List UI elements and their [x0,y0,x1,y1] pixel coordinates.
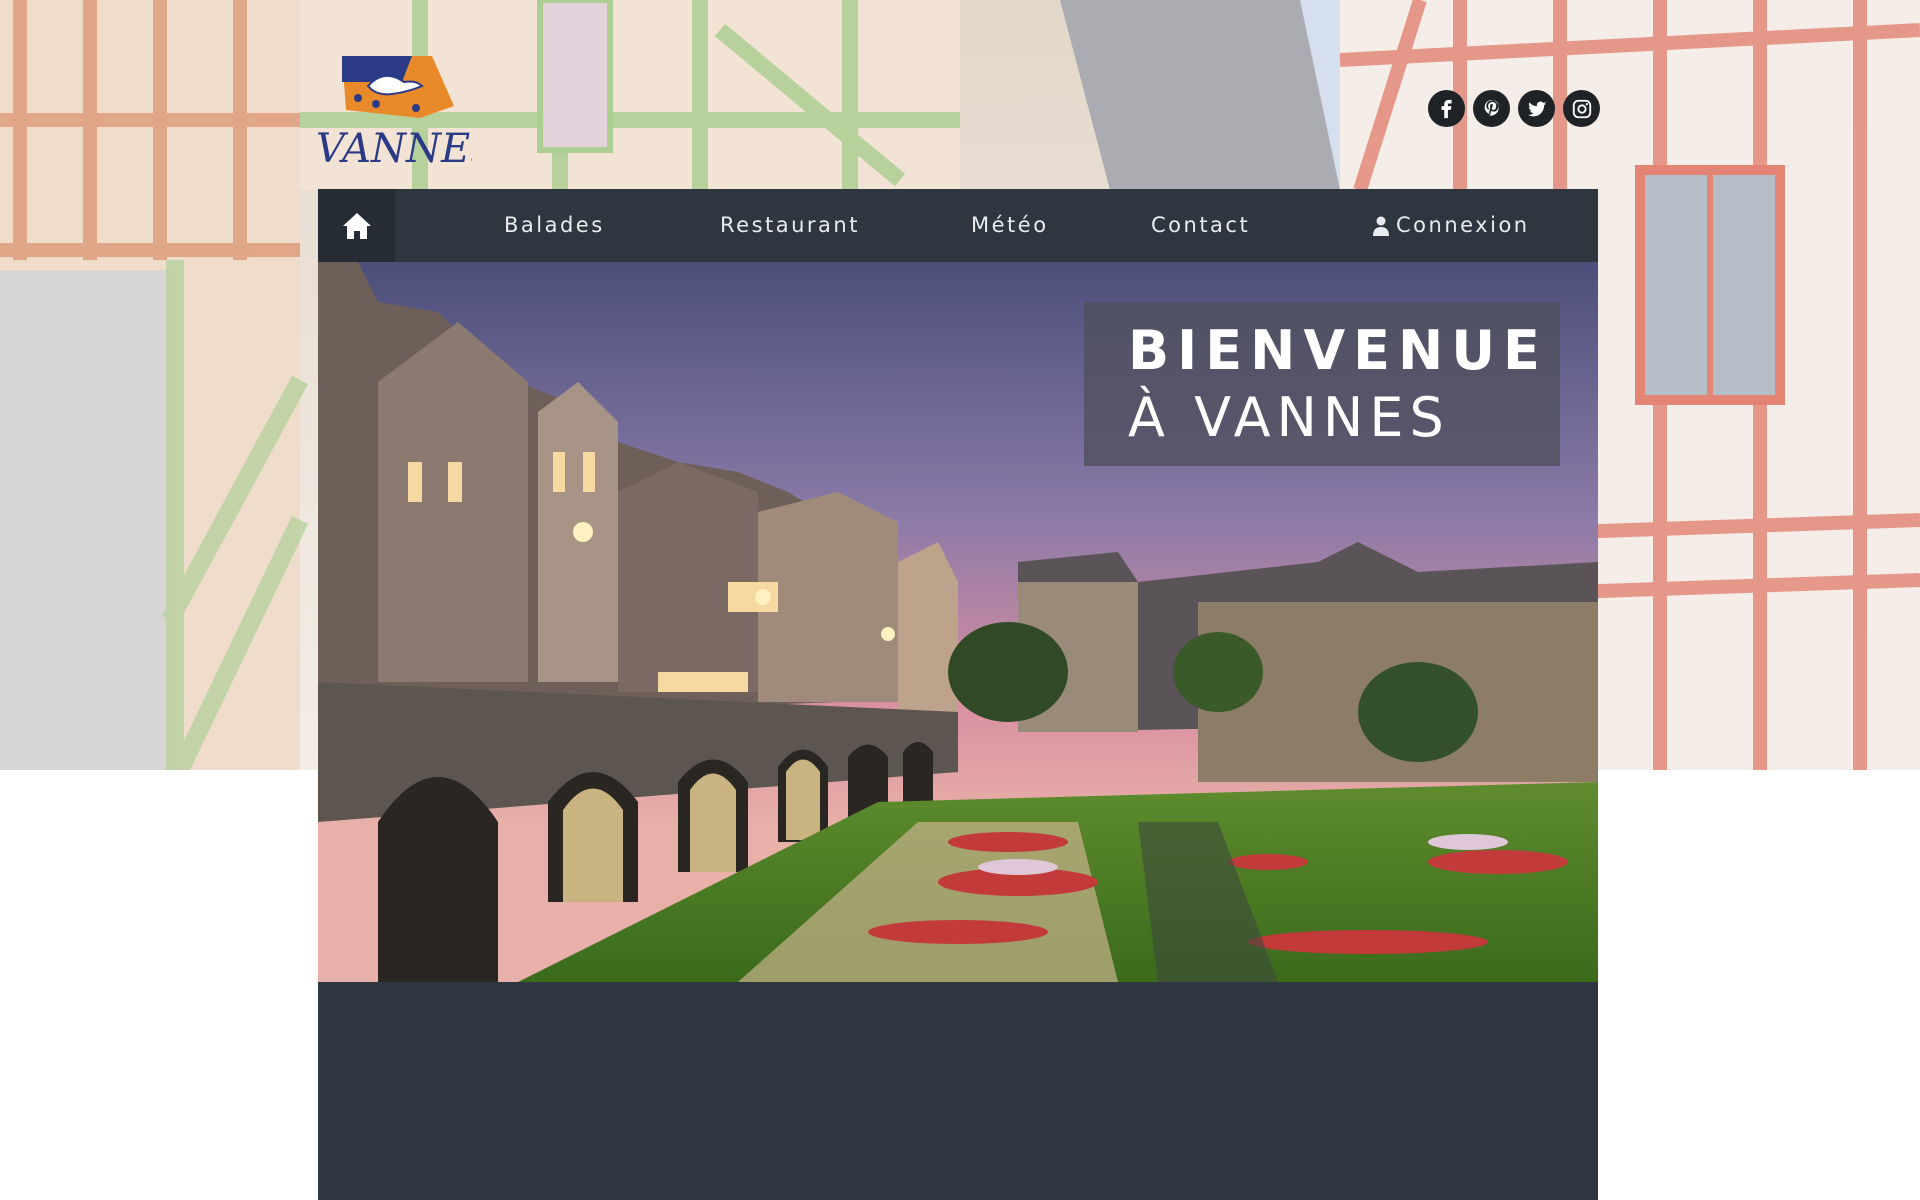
welcome-banner: BIENVENUE À VANNES [1084,302,1560,466]
nav-item-restaurant[interactable]: Restaurant [720,189,860,262]
vannes-logo[interactable]: VANNES [316,52,498,172]
facebook-icon[interactable] [1428,90,1465,127]
twitter-icon[interactable] [1518,90,1555,127]
home-icon [342,212,371,239]
login-label: Connexion [1396,213,1530,237]
user-icon [1373,216,1389,236]
main-nav: Balades Restaurant Météo Contact Connexi… [318,189,1598,262]
main-frame: Balades Restaurant Météo Contact Connexi… [318,189,1598,1200]
nav-item-contact[interactable]: Contact [1151,189,1250,262]
nav-item-meteo[interactable]: Météo [971,189,1049,262]
instagram-icon[interactable] [1563,90,1600,127]
social-links [1428,90,1600,127]
home-button[interactable] [318,189,395,262]
nav-item-balades[interactable]: Balades [504,189,605,262]
hero-image: BIENVENUE À VANNES [318,262,1598,982]
login-link[interactable]: Connexion [1372,189,1530,262]
welcome-title-line2: À VANNES [1128,386,1450,449]
logo-text: VANNES [316,126,472,170]
logo-graphic: VANNES [316,56,498,172]
welcome-title-line1: BIENVENUE [1128,319,1548,382]
pinterest-icon[interactable] [1473,90,1510,127]
